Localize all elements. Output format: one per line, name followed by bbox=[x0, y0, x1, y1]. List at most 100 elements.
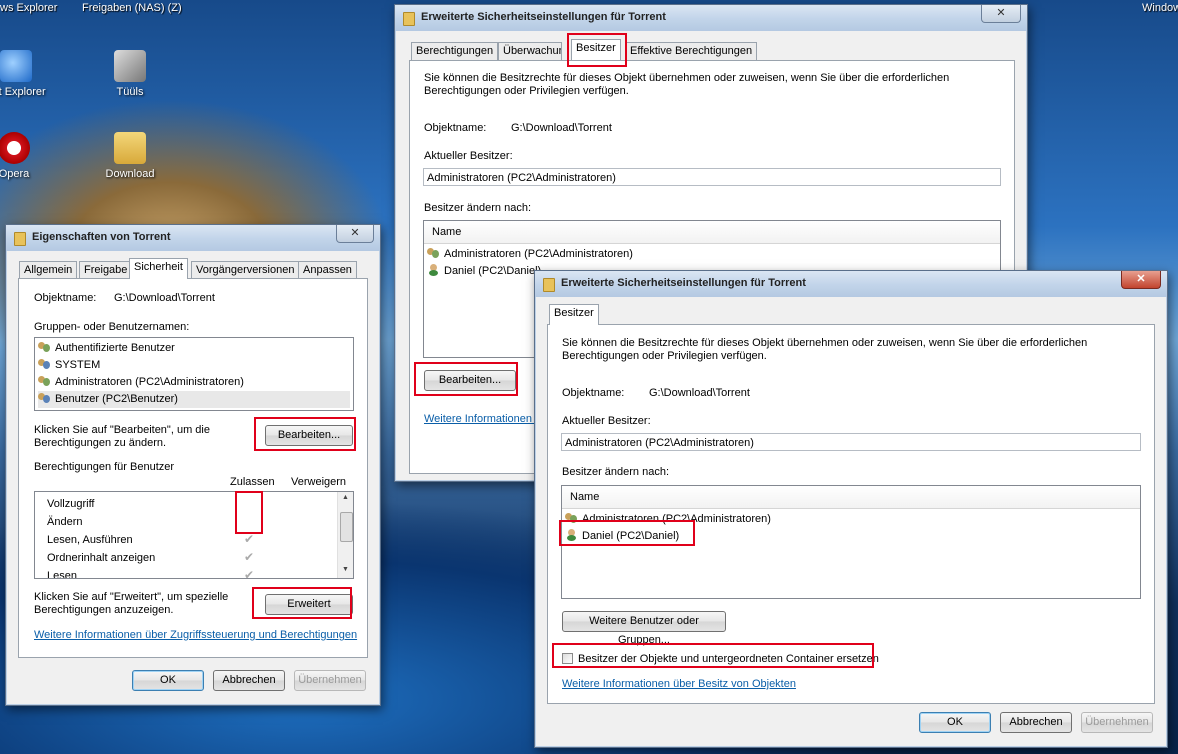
list-item-label: Benutzer (PC2\Benutzer) bbox=[55, 393, 178, 405]
objname-label: Objektname: bbox=[34, 292, 97, 304]
close-button[interactable]: ✕ bbox=[1121, 271, 1161, 289]
tab-freigabe[interactable]: Freigabe bbox=[79, 261, 133, 279]
change-label: Besitzer ändern nach: bbox=[424, 202, 532, 214]
desktop-icon-label: net Explorer bbox=[0, 86, 46, 98]
desktop-icon-ie[interactable]: net Explorer bbox=[0, 50, 56, 98]
list-item-label: Administratoren (PC2\Administratoren) bbox=[55, 376, 244, 388]
check-icon: ✔ bbox=[244, 550, 255, 564]
cancel-button[interactable]: Abbrechen bbox=[213, 670, 285, 691]
folder-icon bbox=[114, 132, 146, 164]
perm-row: Lesen, Ausführen bbox=[47, 534, 133, 546]
users-icon bbox=[38, 375, 51, 387]
desktop-icon-opera[interactable]: Opera bbox=[0, 132, 54, 180]
list-header[interactable]: Name bbox=[424, 221, 1000, 244]
cancel-button[interactable]: Abbrechen bbox=[1000, 712, 1072, 733]
tab-ueberwachung[interactable]: Überwachung bbox=[498, 42, 562, 60]
list-item[interactable]: SYSTEM bbox=[38, 357, 350, 374]
close-button[interactable]: ✕ bbox=[981, 5, 1021, 23]
list-item[interactable]: Administratoren (PC2\Administratoren) bbox=[565, 511, 1137, 528]
tools-icon bbox=[114, 50, 146, 82]
list-item-label: Administratoren (PC2\Administratoren) bbox=[444, 248, 633, 260]
desc-text: Sie können die Besitzrechte für dieses O… bbox=[424, 72, 950, 97]
owner-field: Administratoren (PC2\Administratoren) bbox=[423, 168, 1001, 186]
tab-berechtigungen[interactable]: Berechtigungen bbox=[411, 42, 499, 60]
ok-button[interactable]: OK bbox=[919, 712, 991, 733]
check-icon: ✔ bbox=[244, 532, 255, 546]
replace-checkbox-label[interactable]: Besitzer der Objekte und untergeordneten… bbox=[578, 653, 879, 665]
objname-value: G:\Download\Torrent bbox=[114, 292, 215, 304]
scroll-thumb[interactable] bbox=[340, 512, 353, 542]
tab-besitzer[interactable]: Besitzer bbox=[571, 39, 621, 60]
info-link[interactable]: Weitere Informationen über Besitz von Ob… bbox=[562, 678, 796, 690]
desc-text: Sie können die Besitzrechte für dieses O… bbox=[562, 337, 1088, 362]
titlebar[interactable]: Erweiterte Sicherheitseinstellungen für … bbox=[535, 271, 1167, 297]
replace-checkbox[interactable] bbox=[562, 653, 573, 664]
folder-icon bbox=[14, 232, 26, 246]
groups-label: Gruppen- oder Benutzernamen: bbox=[34, 321, 190, 333]
titlebar[interactable]: Eigenschaften von Torrent ✕ bbox=[6, 225, 380, 251]
adv-hint: Klicken Sie auf "Erweitert", um speziell… bbox=[34, 591, 229, 616]
folder-icon bbox=[543, 278, 555, 292]
owner-list: Name Administratoren (PC2\Administratore… bbox=[561, 485, 1141, 599]
list-item-label: Authentifizierte Benutzer bbox=[55, 342, 175, 354]
advanced-button[interactable]: Erweitert bbox=[265, 594, 353, 615]
perm-row: Lesen bbox=[47, 570, 77, 579]
properties-window: Eigenschaften von Torrent ✕ Allgemein Fr… bbox=[5, 224, 381, 706]
user-icon bbox=[427, 264, 440, 276]
titlebar[interactable]: Erweiterte Sicherheitseinstellungen für … bbox=[395, 5, 1027, 31]
users-icon bbox=[38, 358, 51, 370]
deny-header: Verweigern bbox=[291, 476, 347, 488]
close-button[interactable]: ✕ bbox=[336, 225, 374, 243]
groups-list: Authentifizierte Benutzer SYSTEM Adminis… bbox=[34, 337, 354, 411]
desktop-label-explorer[interactable]: ws Explorer bbox=[0, 2, 57, 14]
tab-vorgaenger[interactable]: Vorgängerversionen bbox=[191, 261, 300, 279]
list-item[interactable]: Administratoren (PC2\Administratoren) bbox=[38, 374, 350, 391]
ok-button[interactable]: OK bbox=[132, 670, 204, 691]
allow-header: Zulassen bbox=[230, 476, 275, 488]
owner-field: Administratoren (PC2\Administratoren) bbox=[561, 433, 1141, 451]
desktop-icon-label: Download bbox=[105, 168, 155, 180]
desktop-icon-tools[interactable]: Tüüls bbox=[90, 50, 170, 98]
desktop-icon-label: Tüüls bbox=[116, 86, 144, 98]
scrollbar[interactable]: ▲ ▼ bbox=[337, 492, 353, 578]
opera-icon bbox=[0, 132, 30, 164]
list-header[interactable]: Name bbox=[562, 486, 1140, 509]
users-icon bbox=[427, 247, 440, 259]
more-users-button[interactable]: Weitere Benutzer oder Gruppen... bbox=[562, 611, 726, 646]
tab-anpassen[interactable]: Anpassen bbox=[298, 261, 357, 279]
edit-button[interactable]: Bearbeiten... bbox=[424, 370, 516, 391]
edit-hint: Klicken Sie auf "Bearbeiten", um die Ber… bbox=[34, 424, 210, 449]
list-item[interactable]: Administratoren (PC2\Administratoren) bbox=[427, 246, 997, 263]
info-link[interactable]: Weitere Informationen ü bbox=[424, 413, 541, 425]
list-item-selected[interactable]: Daniel (PC2\Daniel) bbox=[565, 528, 1137, 545]
scroll-up-icon[interactable]: ▲ bbox=[342, 494, 349, 501]
tab-effektive[interactable]: Effektive Berechtigungen bbox=[625, 42, 758, 60]
user-icon bbox=[565, 529, 578, 541]
edit-button[interactable]: Bearbeiten... bbox=[265, 425, 353, 446]
perm-label: Berechtigungen für Benutzer bbox=[34, 461, 175, 473]
desktop-icon-download[interactable]: Download bbox=[90, 132, 170, 180]
objname-value: G:\Download\Torrent bbox=[649, 387, 750, 399]
column-name: Name bbox=[570, 491, 600, 503]
info-link[interactable]: Weitere Informationen über Zugriffssteue… bbox=[34, 629, 357, 641]
list-item-label: Daniel (PC2\Daniel) bbox=[582, 530, 680, 542]
folder-icon bbox=[403, 12, 415, 26]
check-icon: ✔ bbox=[244, 568, 255, 579]
desktop-label-nas[interactable]: Freigaben (NAS) (Z) bbox=[82, 2, 182, 14]
tab-allgemein[interactable]: Allgemein bbox=[19, 261, 78, 279]
desktop-label-windows[interactable]: Window bbox=[1142, 2, 1178, 14]
objname-label: Objektname: bbox=[562, 387, 625, 399]
apply-button[interactable]: Übernehmen bbox=[294, 670, 366, 691]
permissions-list: Vollzugriff Ändern Lesen, Ausführen Ordn… bbox=[34, 491, 354, 579]
window-title: Eigenschaften von Torrent bbox=[32, 231, 171, 243]
list-item-selected[interactable]: Benutzer (PC2\Benutzer) bbox=[38, 391, 350, 408]
scroll-down-icon[interactable]: ▼ bbox=[342, 566, 349, 573]
perm-row: Ändern bbox=[47, 516, 83, 528]
tab-besitzer[interactable]: Besitzer bbox=[549, 304, 599, 325]
owner-panel: Sie können die Besitzrechte für dieses O… bbox=[547, 324, 1155, 704]
apply-button[interactable]: Übernehmen bbox=[1081, 712, 1153, 733]
tab-sicherheit[interactable]: Sicherheit bbox=[129, 258, 188, 279]
window-title: Erweiterte Sicherheitseinstellungen für … bbox=[561, 277, 806, 289]
list-item[interactable]: Authentifizierte Benutzer bbox=[38, 340, 350, 357]
window-title: Erweiterte Sicherheitseinstellungen für … bbox=[421, 11, 666, 23]
